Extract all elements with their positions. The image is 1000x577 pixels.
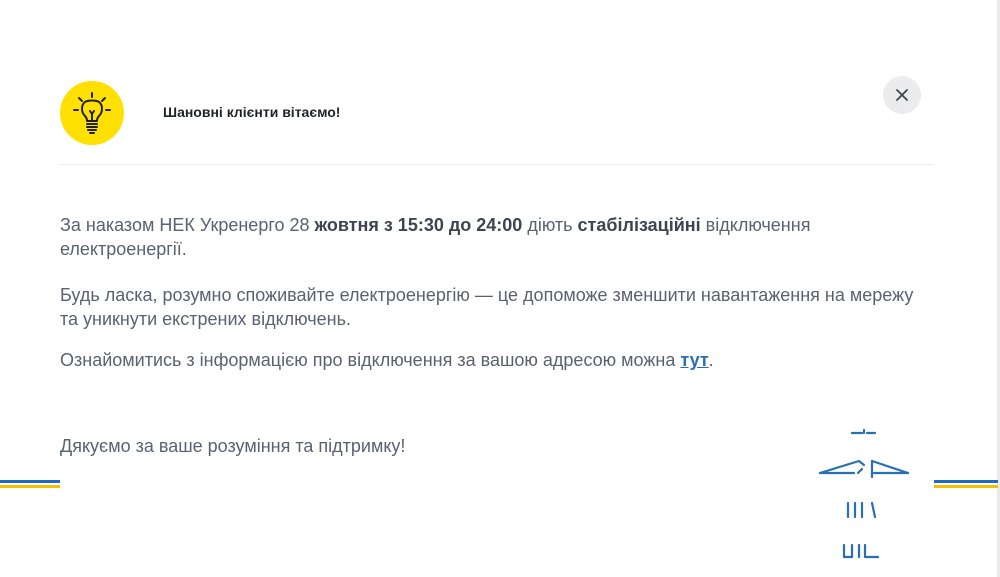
flag-stripe-right	[934, 480, 998, 488]
close-button[interactable]	[883, 76, 921, 114]
address-info-link[interactable]: тут	[680, 350, 708, 370]
p3-suffix: .	[708, 350, 714, 370]
p1-time-range: жовтня з 15:30 до 24:00	[314, 215, 523, 235]
lightbulb-icon	[60, 81, 124, 145]
message-paragraph-2: Будь ласка, розумно споживайте електроен…	[60, 285, 914, 329]
power-tower-icon	[818, 428, 910, 559]
p1-outage-type: стабілізаційні	[577, 215, 701, 235]
message-paragraph-1: За наказом НЕК Укренерго 28 жовтня з 15:…	[60, 213, 920, 261]
flag-stripe-left	[0, 480, 60, 488]
p1-middle: діють	[522, 215, 578, 235]
close-icon	[896, 89, 908, 101]
p1-prefix: За наказом НЕК Укренерго 28	[60, 215, 315, 235]
message-paragraph-3: Ознайомитись з інформацією про відключен…	[60, 348, 920, 372]
dialog-title: Шановні клієнти вітаємо!	[163, 104, 341, 120]
announcement-dialog: Шановні клієнти вітаємо! За наказом НЕК …	[0, 0, 1000, 577]
message-paragraph-4: Дякуємо за ваше розуміння та підтримку!	[60, 436, 406, 456]
dialog-header: Шановні клієнти вітаємо!	[60, 76, 934, 165]
p3-prefix: Ознайомитись з інформацією про відключен…	[60, 350, 681, 370]
